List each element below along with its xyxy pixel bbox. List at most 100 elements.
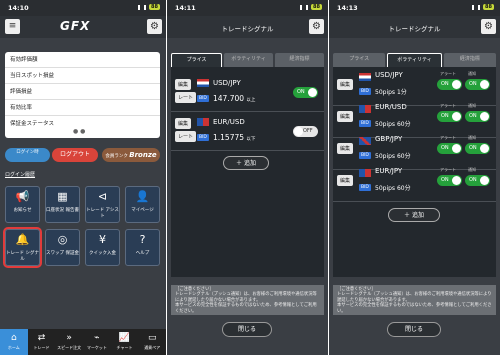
tab-home[interactable]: ⌂ ホーム <box>0 329 28 355</box>
flag-icon <box>359 73 371 81</box>
close-button[interactable]: 閉じる <box>222 322 272 337</box>
trade-icon: ⇄ <box>37 333 46 343</box>
row-label: 当日スポット損益 <box>5 68 160 84</box>
pair: EUR/USD <box>213 118 245 126</box>
threshold: 50pips 60分 <box>375 121 411 128</box>
notify-label: 通知 <box>468 103 476 108</box>
edit-button[interactable]: 編集 <box>337 175 354 186</box>
notify-label: 通知 <box>468 135 476 140</box>
menu-icon[interactable]: ≡ <box>5 19 20 34</box>
tab-price[interactable]: プライス <box>171 53 222 67</box>
tab-chart[interactable]: 📈 チャート <box>111 329 139 355</box>
edit-button[interactable]: 編集 <box>337 111 354 122</box>
tab-trade[interactable]: ⇄ トレード <box>28 329 56 355</box>
price: 147.700 以上 <box>213 94 256 103</box>
tabs: プライス ボラティリティ 経済指標 <box>171 53 324 67</box>
alert-toggle[interactable]: ON <box>437 79 462 90</box>
flag-icon <box>197 118 209 126</box>
trade-assist-button[interactable]: ⊲ トレード アシスト <box>85 186 120 223</box>
tab-volatility[interactable]: ボラティリティ <box>224 53 273 67</box>
edit-button[interactable]: 編集 <box>175 118 192 129</box>
tab-economic[interactable]: 経済指標 <box>275 53 324 67</box>
close-button[interactable]: 閉じる <box>387 322 441 337</box>
flag-icon <box>359 105 371 113</box>
header: トレードシグナル ⚙ <box>167 16 328 38</box>
logout-button[interactable]: ログアウト <box>52 148 98 162</box>
header: トレードシグナル ⚙ <box>329 16 500 38</box>
home-screen: 14:10 88 ≡ GFX ⚙ 有効評価額 当日スポット損益 評価損益 有効比率… <box>0 0 166 355</box>
icon-grid: 📢 お知らせ ▦ 口座状況 報告書 ⊲ トレード アシスト 👤 マイページ 🔔 トレード … <box>3 186 160 268</box>
toggle-switch[interactable]: OFF <box>293 126 318 137</box>
header: ≡ GFX ⚙ <box>0 16 166 38</box>
notify-toggle[interactable]: ON <box>465 79 490 90</box>
tab-volatility[interactable]: ボラティリティ <box>387 53 442 67</box>
help-button[interactable]: ? ヘルプ <box>125 229 160 266</box>
share-icon: ⊲ <box>97 190 108 203</box>
megaphone-icon: 📢 <box>15 190 30 203</box>
add-button[interactable]: ＋ 追加 <box>388 208 440 222</box>
my-page-button[interactable]: 👤 マイページ <box>125 186 160 223</box>
notify-label: 通知 <box>468 71 476 76</box>
threshold: 50pips 1分 <box>375 89 407 96</box>
status-bar: 14:13 88 <box>329 0 500 16</box>
signal-icon <box>138 4 147 10</box>
battery: 88 <box>149 4 160 10</box>
trade-signal-button[interactable]: 🔔 トレード シグナル <box>3 227 42 268</box>
alert-toggle[interactable]: ON <box>437 175 462 186</box>
gear-icon[interactable]: ⚙ <box>481 19 496 34</box>
list-item: 編集 レート EUR/USD BID 1.15775 以下 OFF <box>171 112 324 151</box>
tab-currency[interactable]: ▭ 通貨ペア <box>138 329 166 355</box>
flag-icon <box>359 137 371 145</box>
notice: ［ご注意ください］ トレードシグナル（プッシュ通知）は、お客様のご利用環境や通信… <box>171 285 324 315</box>
tab-economic[interactable]: 経済指標 <box>443 53 496 67</box>
alert-toggle[interactable]: ON <box>437 143 462 154</box>
speed-icon: » <box>66 333 72 343</box>
report-icon: ▦ <box>57 190 68 203</box>
add-button[interactable]: ＋ 追加 <box>223 156 269 170</box>
tab-market[interactable]: ⌁ マーケット <box>83 329 111 355</box>
rank-badge: 会員ランク Bronze <box>102 148 160 162</box>
bid-tag: BID <box>359 120 371 127</box>
signal-icon <box>472 4 481 10</box>
list-item: 編集 EUR/JPY BID 50pips 60分 アラート 通知 ON ON <box>333 163 496 202</box>
coins-icon: ◎ <box>57 233 68 246</box>
status-bar: 14:11 88 <box>167 0 328 16</box>
signal-list: 編集 レート USD/JPY BID 147.700 以上 ON 編集 レート … <box>171 67 324 277</box>
toggle-switch[interactable]: ON <box>293 87 318 98</box>
app-logo: GFX <box>60 19 91 33</box>
notify-toggle[interactable]: ON <box>465 111 490 122</box>
quick-deposit-button[interactable]: ¥ クイック入金 <box>85 229 120 266</box>
notify-toggle[interactable]: ON <box>465 143 490 154</box>
notice: ［ご注意ください］ トレードシグナル（プッシュ通知）は、お客様のご利用環境や通信… <box>333 285 496 315</box>
gear-icon[interactable]: ⚙ <box>147 19 162 34</box>
account-report-button[interactable]: ▦ 口座状況 報告書 <box>45 186 80 223</box>
edit-button[interactable]: 編集 <box>337 143 354 154</box>
row-label: 有効比率 <box>5 100 160 116</box>
bid-tag: BID <box>197 95 209 102</box>
pair: USD/JPY <box>375 71 403 79</box>
currency-icon: ▭ <box>147 333 157 343</box>
notify-toggle[interactable]: ON <box>465 175 490 186</box>
tabs: プライス ボラティリティ 経済指標 <box>333 53 496 67</box>
login-history-link[interactable]: ログイン履歴 <box>5 171 35 178</box>
alert-toggle[interactable]: ON <box>437 111 462 122</box>
alert-label: アラート <box>440 103 456 108</box>
deposit-icon: ¥ <box>99 233 106 246</box>
news-button[interactable]: 📢 お知らせ <box>5 186 40 223</box>
flag-icon <box>359 169 371 177</box>
tab-price[interactable]: プライス <box>333 53 386 67</box>
threshold: 50pips 60分 <box>375 153 411 160</box>
tab-speed-order[interactable]: » スピード注文 <box>55 329 83 355</box>
edit-button[interactable]: 編集 <box>175 79 192 90</box>
notify-label: 通知 <box>468 167 476 172</box>
price: 1.15775 以下 <box>213 133 256 142</box>
bell-icon: 🔔 <box>15 233 30 246</box>
pair: GBP/JPY <box>375 135 403 143</box>
account-summary: 有効評価額 当日スポット損益 評価損益 有効比率 保証金ステータス <box>5 52 160 138</box>
bottom-tab-bar: ⌂ ホーム ⇄ トレード » スピード注文 ⌁ マーケット 📈 チャート ▭ 通貨ペア <box>0 329 166 355</box>
alert-label: アラート <box>440 71 456 76</box>
signal-icon <box>300 4 309 10</box>
edit-button[interactable]: 編集 <box>337 79 354 90</box>
gear-icon[interactable]: ⚙ <box>309 19 324 34</box>
swap-button[interactable]: ◎ スワップ 保証金 <box>45 229 80 266</box>
